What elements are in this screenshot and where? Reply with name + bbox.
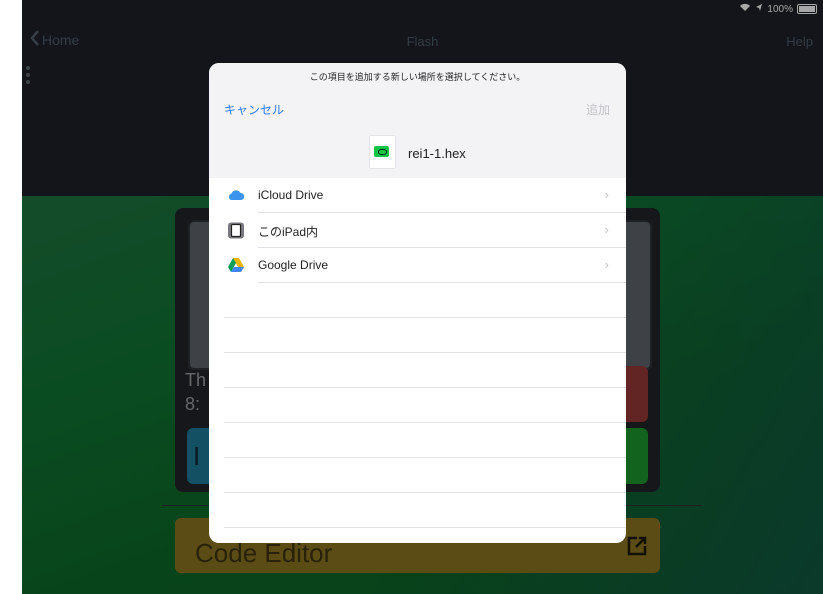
chevron-right-icon: › xyxy=(604,187,609,202)
chevron-right-icon: › xyxy=(604,222,609,237)
empty-row xyxy=(224,388,626,423)
file-name: rei1-1.hex xyxy=(408,146,466,161)
sheet-prompt: この項目を追加する新しい場所を選択してください。 xyxy=(309,72,526,82)
location-label: このiPad内 xyxy=(258,225,319,239)
google-drive-icon xyxy=(227,257,245,274)
empty-row xyxy=(224,283,626,318)
location-label: iCloud Drive xyxy=(258,188,324,202)
empty-row xyxy=(224,423,626,458)
location-on-ipad[interactable]: このiPad内 › xyxy=(209,213,626,248)
location-picker-sheet: この項目を追加する新しい場所を選択してください。 キャンセル 追加 rei1-1… xyxy=(209,63,626,543)
location-icloud-drive[interactable]: iCloud Drive › xyxy=(209,178,626,213)
sheet-header: この項目を追加する新しい場所を選択してください。 キャンセル 追加 rei1-1… xyxy=(209,63,626,178)
icloud-icon xyxy=(227,187,245,204)
empty-row xyxy=(224,318,626,353)
chevron-right-icon: › xyxy=(604,257,609,272)
add-button[interactable]: 追加 xyxy=(586,101,610,118)
empty-row xyxy=(224,353,626,388)
location-list: iCloud Drive › このiPad内 › Google Drive › xyxy=(209,178,626,528)
cancel-button[interactable]: キャンセル xyxy=(224,101,284,118)
location-google-drive[interactable]: Google Drive › xyxy=(209,248,626,283)
location-label: Google Drive xyxy=(258,258,329,272)
ipad-icon xyxy=(227,222,245,239)
empty-row xyxy=(224,458,626,493)
hex-file-icon xyxy=(369,135,396,169)
empty-row xyxy=(224,493,626,528)
